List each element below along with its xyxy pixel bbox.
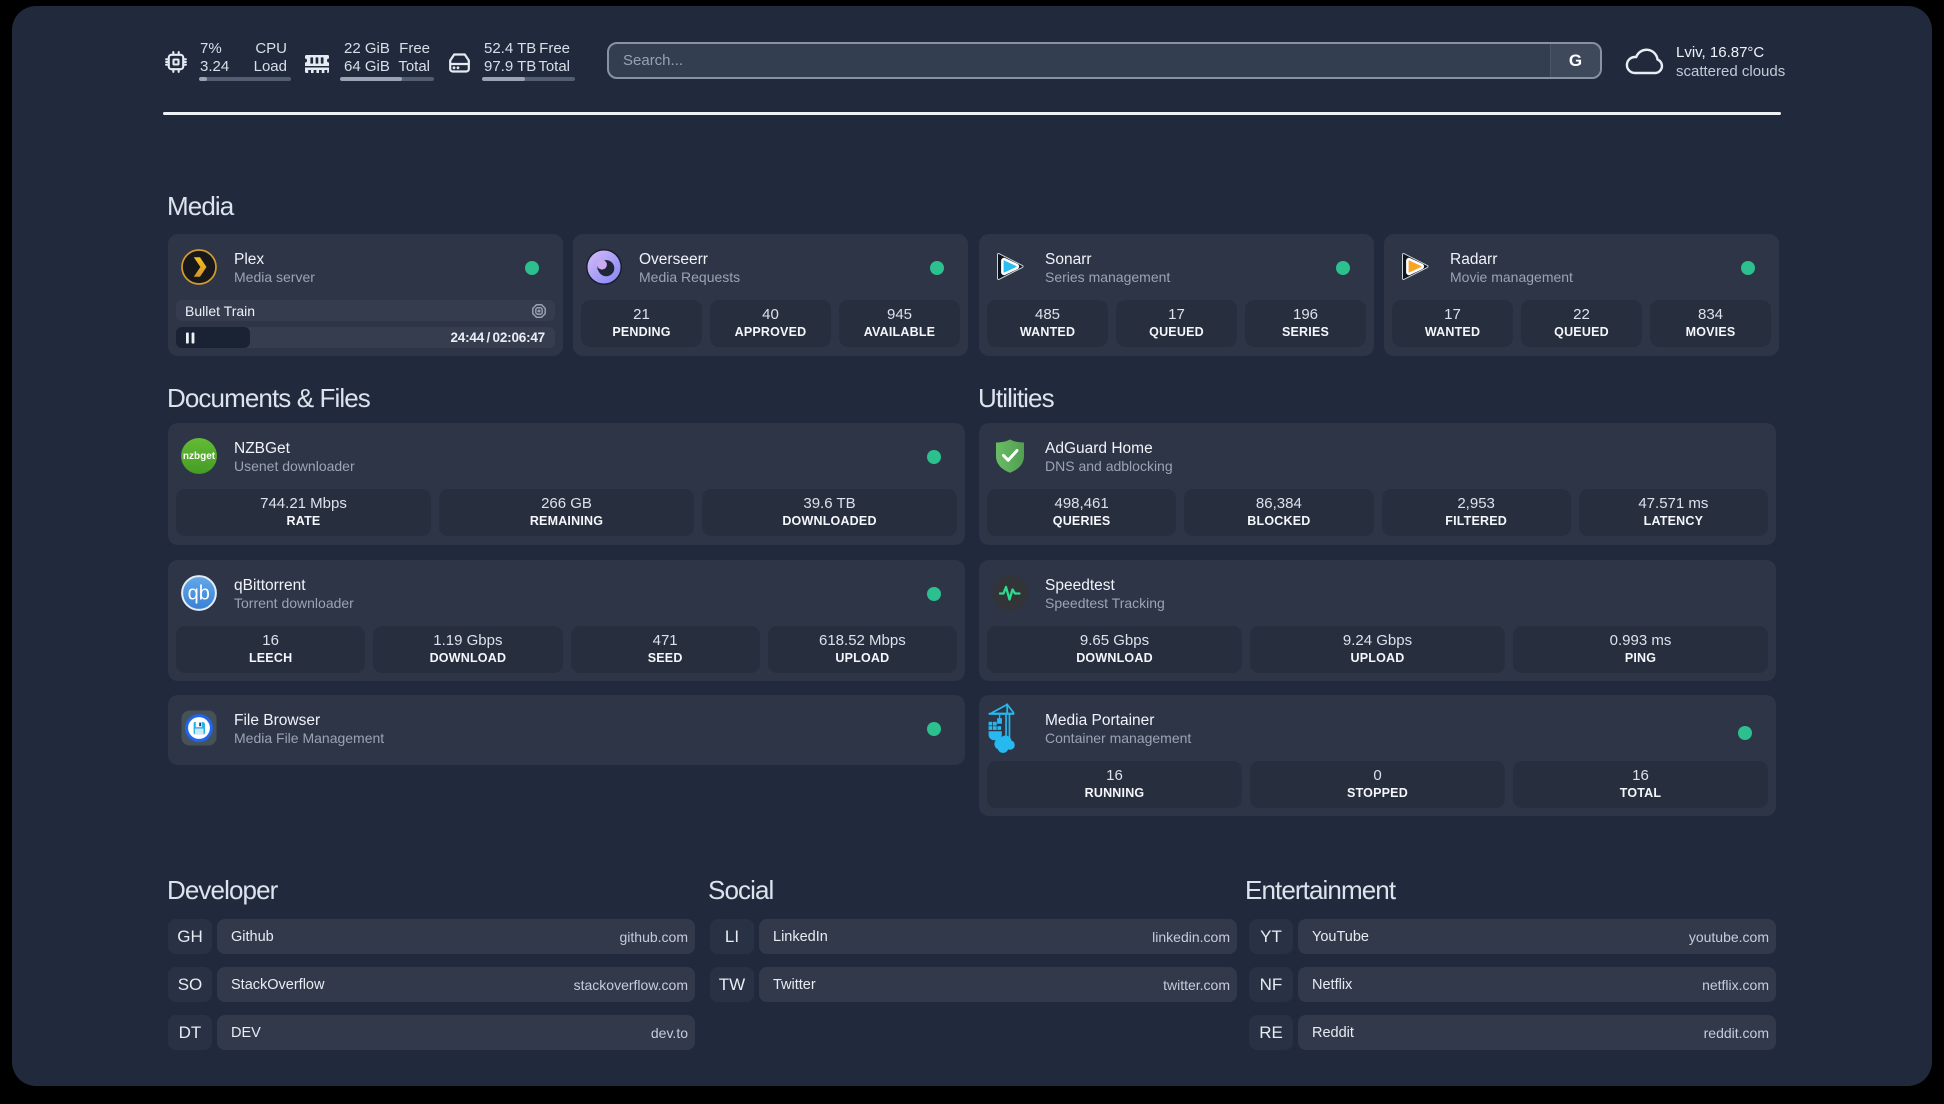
svg-text:qb: qb [188,583,210,605]
svg-text:nzbget: nzbget [183,451,216,462]
